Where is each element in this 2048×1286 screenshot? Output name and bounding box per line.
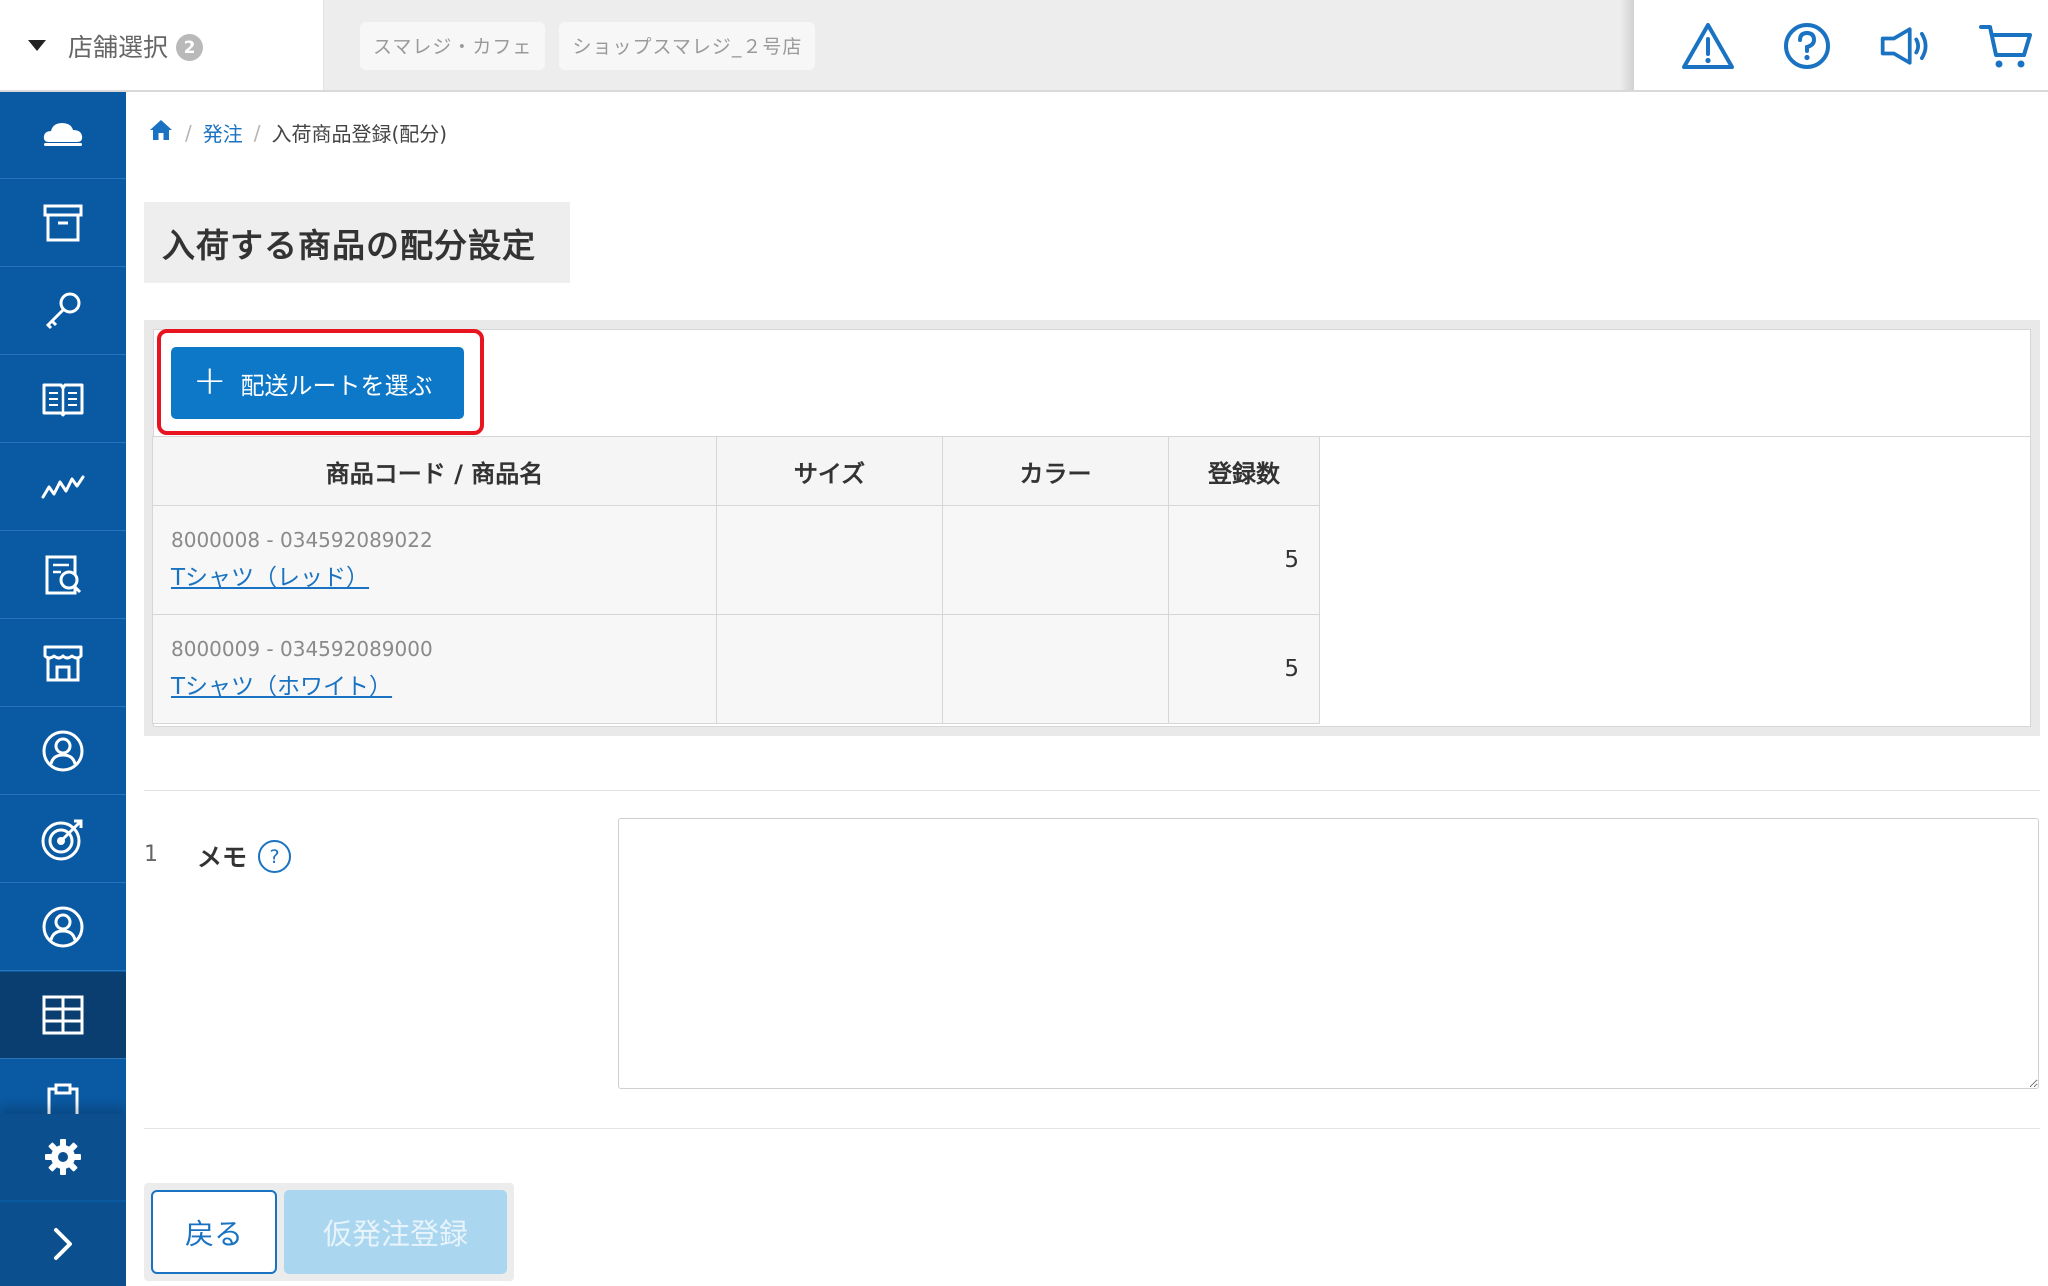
sidebar-item-cloud[interactable] <box>0 92 126 179</box>
table-header-row: 商品コード / 商品名 サイズ カラー 登録数 <box>152 436 1320 506</box>
settings-button[interactable] <box>0 1114 126 1200</box>
select-route-button[interactable]: + 配送ルートを選ぶ <box>171 347 464 419</box>
color-cell <box>942 614 1169 724</box>
items-table: 商品コード / 商品名 サイズ カラー 登録数 8000008 - 034592… <box>152 436 1320 724</box>
store-icon <box>43 645 83 682</box>
memo-textarea[interactable] <box>618 818 2039 1089</box>
archive-icon <box>43 204 83 242</box>
product-name-link[interactable]: Tシャツ（ホワイト） <box>153 667 392 701</box>
product-name-link[interactable]: Tシャツ（レッド） <box>153 558 369 592</box>
megaphone-icon[interactable] <box>1878 18 1934 74</box>
plus-icon: + <box>193 358 227 404</box>
breadcrumb: / 発注 / 入荷商品登録(配分) <box>148 118 447 147</box>
divider <box>144 1128 2040 1129</box>
selected-stores: スマレジ・カフェ ショップスマレジ_２号店 <box>324 0 1634 91</box>
caret-down-icon <box>28 40 46 51</box>
breadcrumb-order[interactable]: 発注 <box>203 118 243 147</box>
cart-icon[interactable] <box>1978 18 2034 74</box>
book-icon <box>42 383 84 417</box>
header-icons <box>1634 0 2048 91</box>
sidebar-item-customer[interactable] <box>0 708 126 795</box>
table-row: 8000008 - 034592089022 Tシャツ（レッド） 5 <box>152 505 1320 615</box>
store-count-badge: 2 <box>176 34 204 61</box>
product-cell: 8000008 - 034592089022 Tシャツ（レッド） <box>152 505 717 615</box>
memo-help-icon[interactable]: ? <box>258 840 291 873</box>
chart-icon <box>41 475 85 499</box>
order-grid-icon <box>42 995 84 1035</box>
divider <box>144 790 2040 791</box>
home-icon[interactable] <box>148 118 174 147</box>
provisional-order-button[interactable]: 仮発注登録 <box>284 1190 507 1274</box>
breadcrumb-current: 入荷商品登録(配分) <box>271 122 448 146</box>
column-header-size: サイズ <box>716 436 943 506</box>
page-title-box: 入荷する商品の配分設定 <box>144 202 570 283</box>
memo-label: メモ <box>197 843 248 872</box>
product-cell: 8000009 - 034592089000 Tシャツ（ホワイト） <box>152 614 717 724</box>
sidebar-item-report[interactable] <box>0 532 126 619</box>
sidebar-item-key[interactable] <box>0 268 126 355</box>
memo-number: 1 <box>144 842 158 867</box>
sidebar-item-chart[interactable] <box>0 444 126 531</box>
back-button[interactable]: 戻る <box>151 1190 277 1274</box>
expand-icon <box>54 1228 72 1260</box>
store-select-label: 店舗選択 <box>68 32 169 62</box>
column-header-product: 商品コード / 商品名 <box>152 436 717 506</box>
report-icon <box>45 555 82 595</box>
table-row: 8000009 - 034592089000 Tシャツ（ホワイト） 5 <box>152 614 1320 724</box>
sidebar-item-staff[interactable] <box>0 884 126 971</box>
column-header-color: カラー <box>942 436 1169 506</box>
cloud-icon <box>43 123 83 146</box>
store-tag[interactable]: ショップスマレジ_２号店 <box>559 21 816 70</box>
help-icon[interactable] <box>1779 18 1835 74</box>
sidebar-item-order[interactable] <box>0 972 126 1059</box>
product-code: 8000008 - 034592089022 <box>171 528 433 552</box>
warning-icon[interactable] <box>1680 18 1736 74</box>
store-select-dropdown[interactable]: 店舗選択 2 <box>0 0 324 91</box>
staff-icon <box>42 906 84 948</box>
top-header: 店舗選択 2 スマレジ・カフェ ショップスマレジ_２号店 <box>0 0 2048 92</box>
qty-cell: 5 <box>1168 505 1320 615</box>
sidebar-item-target[interactable] <box>0 796 126 883</box>
sidebar-item-book[interactable] <box>0 356 126 443</box>
store-tag[interactable]: スマレジ・カフェ <box>360 21 546 70</box>
page-title: 入荷する商品の配分設定 <box>162 225 536 265</box>
size-cell <box>716 614 943 724</box>
target-icon <box>41 819 83 861</box>
sidebar <box>0 92 126 1286</box>
qty-cell: 5 <box>1168 614 1320 724</box>
color-cell <box>942 505 1169 615</box>
settings-icon <box>45 1139 81 1175</box>
sidebar-item-archive[interactable] <box>0 180 126 267</box>
size-cell <box>716 505 943 615</box>
product-code: 8000009 - 034592089000 <box>171 637 433 661</box>
sidebar-item-store[interactable] <box>0 620 126 707</box>
select-route-label: 配送ルートを選ぶ <box>240 371 433 400</box>
customer-icon <box>42 730 84 772</box>
expand-sidebar-button[interactable] <box>0 1202 126 1286</box>
key-icon <box>45 292 81 330</box>
column-header-qty: 登録数 <box>1168 436 1320 506</box>
